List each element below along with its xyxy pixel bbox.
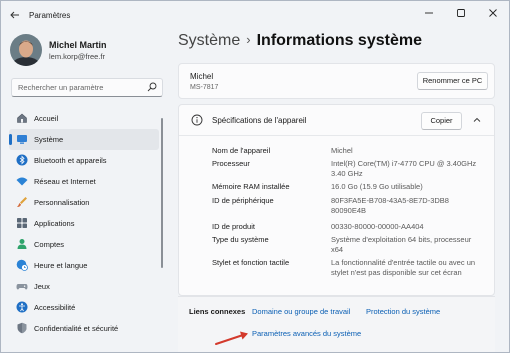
- accessibility-icon: [16, 301, 28, 313]
- back-button[interactable]: [9, 9, 23, 23]
- minimize-button[interactable]: [416, 5, 442, 25]
- search-placeholder: Rechercher un paramètre: [18, 83, 104, 92]
- bluetooth-icon: [16, 154, 28, 166]
- spec-label: ID de produit: [212, 222, 255, 231]
- annotation-arrow: [215, 331, 248, 345]
- divider: [179, 135, 494, 136]
- sidebar-item-accueil[interactable]: Accueil: [9, 108, 159, 129]
- user-name: Michel Martin: [49, 40, 107, 50]
- spec-value: Michel: [331, 146, 353, 155]
- chevron-up-icon[interactable]: [472, 115, 482, 125]
- device-card: Michel MS-7817 Renommer ce PC: [178, 63, 495, 99]
- link-parametres-avances[interactable]: Paramètres avancés du système: [252, 329, 361, 338]
- sidebar-item-label: Bluetooth et appareils: [34, 156, 107, 165]
- gamepad-icon: [16, 284, 28, 290]
- sidebar-item-systeme[interactable]: Système: [9, 129, 159, 150]
- search-icon: [147, 82, 157, 92]
- sidebar-item-personnalisation[interactable]: Personnalisation: [9, 192, 159, 213]
- sidebar-item-label: Confidentialité et sécurité: [34, 324, 119, 333]
- settings-window: Paramètres Michel Martin lem.korp@free.f…: [0, 0, 510, 353]
- spec-value: 16.0 Go (15.9 Go utilisable): [331, 182, 423, 191]
- home-icon: [17, 113, 27, 123]
- sidebar-item-confidentialite[interactable]: Confidentialité et sécurité: [9, 318, 159, 339]
- rename-pc-button[interactable]: Renommer ce PC: [417, 72, 488, 90]
- spec-value: Intel(R) Core(TM) i7-4770 CPU @ 3.40GHz …: [331, 159, 477, 178]
- sidebar-item-heure-langue[interactable]: Heure et langue: [9, 255, 159, 276]
- spec-value: Système d'exploitation 64 bits, processe…: [331, 235, 472, 254]
- sidebar-item-label: Applications: [34, 219, 75, 228]
- wifi-icon: [16, 177, 28, 186]
- spec-value: 00330-80000-00000-AA404: [331, 222, 424, 231]
- brush-icon: [17, 197, 27, 207]
- sidebar-item-comptes[interactable]: Comptes: [9, 234, 159, 255]
- copy-button[interactable]: Copier: [421, 112, 462, 130]
- app-title: Paramètres: [29, 11, 71, 20]
- link-protection-systeme[interactable]: Protection du système: [366, 307, 440, 316]
- title-bar: Paramètres: [1, 1, 509, 31]
- globe-clock-icon: [16, 259, 28, 271]
- sidebar-item-label: Système: [34, 135, 64, 144]
- sidebar-item-label: Accessibilité: [34, 303, 76, 312]
- spec-value: La fonctionnalité d'entrée tactile ou av…: [331, 258, 476, 277]
- close-button[interactable]: [480, 5, 506, 25]
- user-email: lem.korp@free.fr: [49, 52, 105, 61]
- account-icon: [17, 239, 27, 249]
- spec-label: ID de périphérique: [212, 196, 274, 205]
- sidebar-item-bluetooth[interactable]: Bluetooth et appareils: [9, 150, 159, 171]
- sidebar-scrollbar[interactable]: [161, 118, 163, 268]
- sidebar-item-jeux[interactable]: Jeux: [9, 276, 159, 297]
- sidebar-item-label: Personnalisation: [34, 198, 90, 207]
- device-model: MS-7817: [190, 84, 219, 91]
- sidebar-item-label: Réseau et Internet: [34, 177, 96, 186]
- related-links-title: Liens connexes: [189, 307, 246, 316]
- shield-icon: [17, 322, 27, 334]
- minimize-icon: [425, 12, 433, 14]
- spec-value: 80F3FA5E-B708-43A5-8E7D-3DB880090E4B: [331, 196, 449, 215]
- spec-label: Type du système: [212, 235, 269, 244]
- info-icon: [191, 114, 203, 126]
- breadcrumb-parent[interactable]: Système: [178, 32, 240, 49]
- maximize-icon: [457, 9, 465, 17]
- device-specs-card: Spécifications de l'appareil Copier Nom …: [178, 104, 495, 296]
- spec-label: Nom de l'appareil: [212, 146, 271, 155]
- system-icon: [17, 135, 27, 144]
- arrow-left-icon: [10, 11, 19, 19]
- breadcrumb: Système › Informations système: [178, 32, 422, 50]
- specs-title: Spécifications de l'appareil: [212, 116, 307, 125]
- chevron-right-icon: ›: [246, 32, 251, 47]
- device-name: Michel: [190, 72, 214, 81]
- sidebar-item-label: Accueil: [34, 114, 59, 123]
- search-input[interactable]: Rechercher un paramètre: [11, 78, 163, 97]
- active-indicator: [9, 134, 12, 145]
- sidebar-item-accessibilite[interactable]: Accessibilité: [9, 297, 159, 318]
- spec-label: Stylet et fonction tactile: [212, 258, 290, 267]
- spec-label: Mémoire RAM installée: [212, 182, 290, 191]
- sidebar-item-label: Comptes: [34, 240, 65, 249]
- page-title: Informations système: [256, 32, 422, 49]
- sidebar-item-applications[interactable]: Applications: [9, 213, 159, 234]
- apps-icon: [17, 218, 27, 228]
- sidebar-item-label: Heure et langue: [34, 261, 88, 270]
- sidebar-item-reseau[interactable]: Réseau et Internet: [9, 171, 159, 192]
- avatar[interactable]: [10, 34, 42, 66]
- spec-label: Processeur: [212, 159, 250, 168]
- close-icon: [489, 9, 497, 17]
- link-domaine-groupe[interactable]: Domaine ou groupe de travail: [252, 307, 350, 316]
- maximize-button[interactable]: [448, 5, 474, 25]
- sidebar-item-label: Jeux: [34, 282, 50, 291]
